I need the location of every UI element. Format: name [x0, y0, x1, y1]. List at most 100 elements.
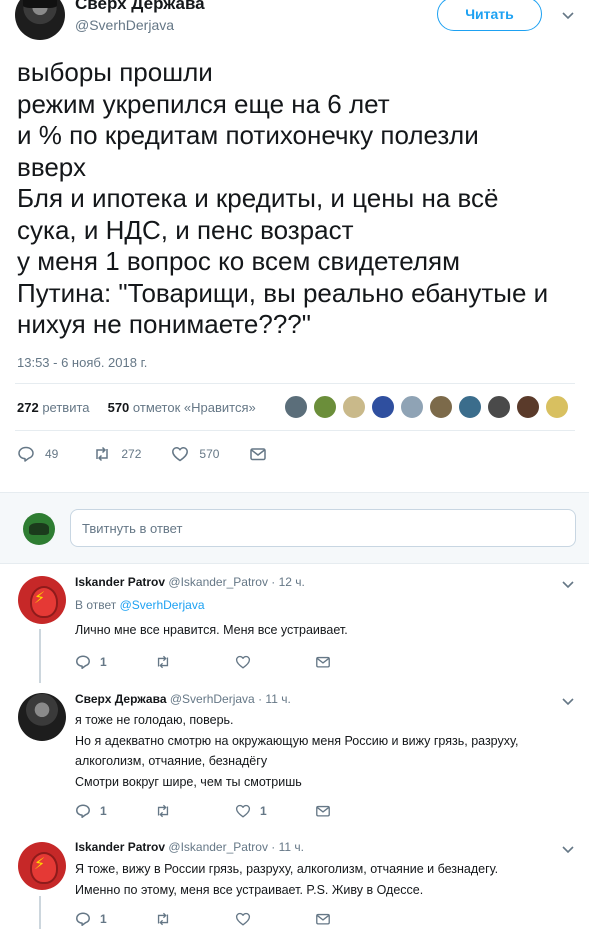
direct-message-button[interactable] — [315, 803, 331, 819]
direct-message-button[interactable] — [249, 445, 267, 463]
chevron-down-icon[interactable] — [561, 842, 575, 856]
current-user-avatar — [23, 513, 55, 545]
retweet-label[interactable]: ретвита — [42, 400, 89, 415]
avatar[interactable] — [18, 842, 66, 890]
reply-text: Я тоже, вижу в России грязь, разруху, ал… — [75, 859, 575, 900]
author-handle[interactable]: @SverhDerjava — [75, 17, 174, 33]
tweet-text-line: и % по кредитам потихонечку полезли — [17, 120, 479, 150]
envelope-icon — [250, 448, 267, 461]
reply-to: В ответ @SverhDerjava — [75, 598, 205, 612]
liker-avatar[interactable] — [429, 395, 453, 419]
thread-line — [39, 629, 41, 683]
liker-avatar[interactable] — [516, 395, 540, 419]
reply-count: 1 — [100, 912, 107, 926]
heart-icon — [235, 655, 251, 669]
tweet-timestamp[interactable]: 13:53 - 6 нояб. 2018 г. — [17, 355, 147, 370]
retweet-icon — [157, 912, 169, 926]
reply-time[interactable]: · 12 ч. — [271, 575, 305, 589]
tweet-stats: 272 ретвита 570 отметок «Нравится» — [17, 400, 256, 415]
reply-author-handle[interactable]: @Iskander_Patrov — [168, 575, 268, 589]
reply-actions: 1 — [75, 911, 331, 927]
reply-tweet[interactable]: Iskander Patrov @Iskander_Patrov · 11 ч.… — [0, 830, 589, 929]
reply-time[interactable]: · 11 ч. — [258, 692, 291, 706]
direct-message-button[interactable] — [315, 911, 331, 927]
reply-count: 1 — [100, 804, 107, 818]
reply-time[interactable]: · 11 ч. — [271, 840, 304, 854]
reply-tweet[interactable]: Сверх Держава @SverhDerjava · 11 ч. я то… — [0, 683, 589, 823]
reply-author-handle[interactable]: @SverhDerjava — [170, 692, 255, 706]
reply-button[interactable]: 1 — [75, 654, 155, 670]
author-name[interactable]: Сверх Держава — [75, 0, 205, 14]
chevron-down-icon[interactable] — [561, 694, 575, 708]
chevron-down-icon[interactable] — [561, 577, 575, 591]
like-button[interactable]: 570 — [171, 445, 219, 463]
avatar[interactable] — [18, 576, 66, 624]
thread-line — [39, 896, 41, 929]
like-button[interactable] — [235, 911, 315, 927]
like-button[interactable]: 1 — [235, 803, 315, 819]
reply-text-line: алкоголизм, отчаяние, безнадёгу — [75, 754, 268, 768]
reply-text-line: я тоже не голодаю, поверь. — [75, 713, 234, 727]
reply-tweet[interactable]: Iskander Patrov @Iskander_Patrov · 12 ч.… — [0, 565, 589, 683]
reply-author-name[interactable]: Iskander Patrov — [75, 575, 165, 589]
chevron-down-icon[interactable] — [561, 8, 575, 22]
tweet-text: выборы прошли режим укрепился еще на 6 л… — [17, 57, 582, 341]
liker-avatar[interactable] — [313, 395, 337, 419]
reply-to-handle[interactable]: @SverhDerjava — [120, 598, 205, 612]
reply-header: Сверх Держава @SverhDerjava · 11 ч. — [75, 692, 291, 706]
liker-avatar[interactable] — [371, 395, 395, 419]
retweet-icon — [157, 655, 169, 669]
tweet-text-line: выборы прошли — [17, 57, 213, 87]
tweet-text-line: режим укрепился еще на 6 лет — [17, 88, 390, 119]
avatar[interactable] — [18, 693, 66, 741]
retweet-count[interactable]: 272 — [17, 400, 39, 415]
liker-avatar[interactable] — [342, 395, 366, 419]
heart-icon — [172, 447, 189, 462]
reply-icon — [18, 446, 34, 462]
liker-avatar[interactable] — [487, 395, 511, 419]
tweet-text-line: Бля и ипотека и кредиты, и цены на всё — [17, 183, 499, 213]
retweet-button[interactable] — [155, 911, 235, 927]
reply-icon — [76, 804, 90, 818]
reply-button[interactable]: 49 — [17, 445, 58, 463]
reply-count: 1 — [100, 655, 107, 669]
reply-author-handle[interactable]: @Iskander_Patrov — [168, 840, 268, 854]
liker-avatars — [284, 395, 574, 419]
retweet-button[interactable]: 272 — [93, 445, 141, 463]
retweet-count: 272 — [121, 447, 142, 461]
liker-avatar[interactable] — [458, 395, 482, 419]
reply-compose: Твитнуть в ответ — [0, 492, 589, 564]
reply-author-name[interactable]: Iskander Patrov — [75, 840, 165, 854]
reply-text-line: Я тоже, вижу в России грязь, разруху, ал… — [75, 862, 499, 876]
like-count: 1 — [260, 804, 267, 818]
like-count: 570 — [199, 447, 220, 461]
heart-icon — [235, 804, 251, 818]
tweet-actions: 49 272 570 — [17, 445, 267, 463]
liker-avatar[interactable] — [545, 395, 569, 419]
envelope-icon — [316, 805, 330, 817]
author-avatar[interactable] — [15, 0, 65, 40]
envelope-icon — [316, 913, 330, 925]
direct-message-button[interactable] — [315, 654, 331, 670]
envelope-icon — [316, 656, 330, 668]
retweet-button[interactable] — [155, 654, 235, 670]
liker-avatar[interactable] — [400, 395, 424, 419]
retweet-button[interactable] — [155, 803, 235, 819]
like-button[interactable] — [235, 654, 315, 670]
reply-text-line: Именно по этому, меня все устраивает. P.… — [75, 882, 424, 897]
like-label[interactable]: отметок «Нравится» — [133, 400, 256, 415]
reply-button[interactable]: 1 — [75, 803, 155, 819]
reply-count: 49 — [45, 447, 59, 461]
like-count[interactable]: 570 — [108, 400, 130, 415]
tweet-text-line: сука, и НДС, и пенс возраст — [17, 214, 354, 245]
reply-actions: 1 1 — [75, 803, 331, 819]
follow-button[interactable]: Читать — [437, 0, 542, 31]
reply-header: Iskander Patrov @Iskander_Patrov · 11 ч. — [75, 840, 304, 854]
reply-input[interactable]: Твитнуть в ответ — [70, 509, 576, 547]
liker-avatar[interactable] — [284, 395, 308, 419]
tweet-text-line: нихуя не понимаете???" — [17, 309, 311, 339]
reply-text-line: Но я адекватно смотрю на окружающую меня… — [75, 733, 519, 748]
reply-author-name[interactable]: Сверх Держава — [75, 692, 167, 706]
reply-button[interactable]: 1 — [75, 911, 155, 927]
reply-text-line: Смотри вокруг шире, чем ты смотришь — [75, 774, 302, 789]
